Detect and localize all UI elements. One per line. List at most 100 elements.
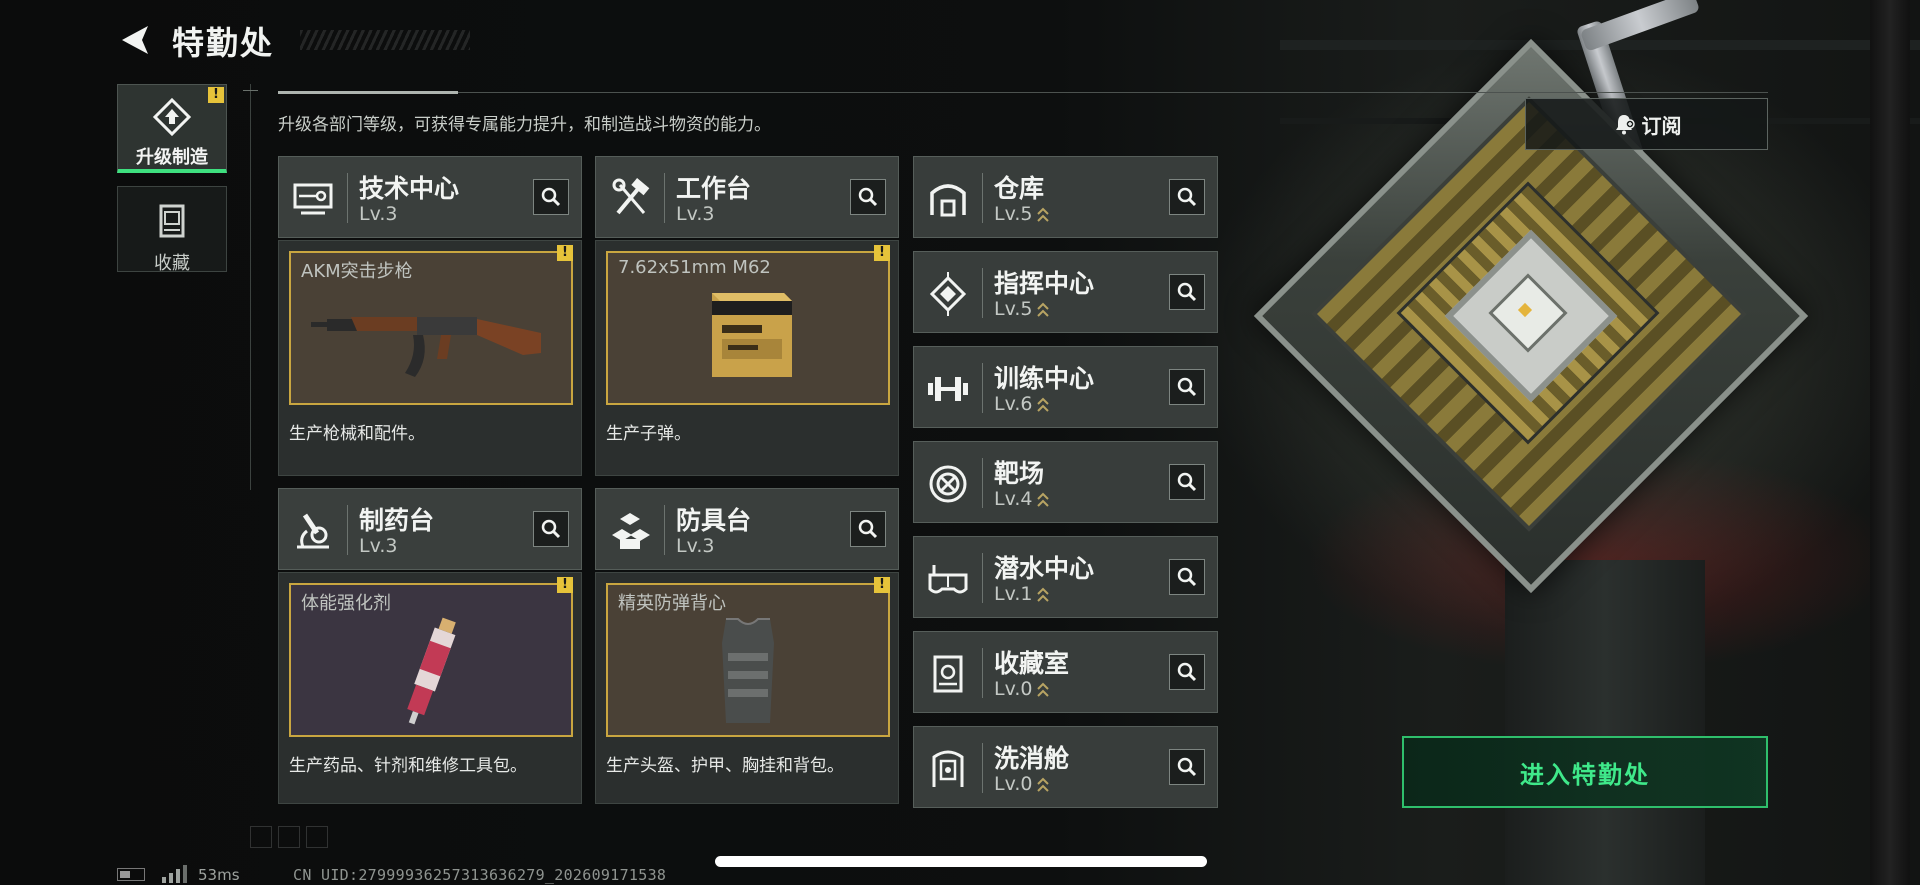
page-description: 升级各部门等级，可获得专属能力提升，和制造战斗物资的能力。	[278, 115, 771, 135]
warehouse-icon	[930, 184, 966, 217]
footer-icon	[250, 826, 272, 848]
upgrade-chevron-icon	[1037, 492, 1050, 507]
magnifier-icon	[1177, 282, 1197, 302]
enter-button-label: 进入特勤处	[1520, 760, 1650, 789]
subscribe-label: 订阅	[1641, 113, 1682, 138]
facility-name: 防具台	[676, 506, 752, 535]
inspect-button[interactable]	[850, 511, 886, 547]
production-slot[interactable]: 7.62x51mm M62 !	[606, 245, 890, 405]
footer-icon	[306, 826, 328, 848]
ammo-box-image	[712, 293, 792, 377]
magnifier-icon	[541, 187, 561, 207]
tab-label: 升级制造	[136, 147, 208, 168]
room-level-text: Lv.5	[994, 203, 1033, 225]
facility-production: 体能强化剂 ! 生产药品、针剂和维修工具包。	[278, 572, 582, 804]
room-level: Lv.0	[994, 773, 1050, 795]
room-level-text: Lv.1	[994, 583, 1033, 605]
room-collection-room[interactable]: 收藏室 Lv.0	[913, 631, 1218, 713]
inspect-button[interactable]	[1169, 654, 1205, 690]
upgrade-chevron-icon	[1037, 302, 1050, 317]
room-name: 洗消舱	[994, 744, 1070, 773]
dumbbell-icon	[928, 377, 968, 401]
injector-image	[407, 617, 456, 725]
facility-card-armor-bench: 防具台 Lv.3 精英防弹背心 ! 生产头盔、护甲、胸挂和背包。	[595, 488, 899, 804]
facility-header[interactable]: 技术中心 Lv.3	[278, 156, 582, 238]
room-level-text: Lv.5	[994, 298, 1033, 320]
inspect-button[interactable]	[1169, 274, 1205, 310]
inspect-button[interactable]	[850, 179, 886, 215]
magnifier-icon	[1177, 472, 1197, 492]
upgrade-chevron-icon	[1037, 682, 1050, 697]
room-name: 仓库	[994, 174, 1045, 203]
production-slot[interactable]: 精英防弹背心 !	[606, 577, 890, 737]
room-shooting-range[interactable]: 靶场 Lv.4	[913, 441, 1218, 523]
home-indicator[interactable]	[715, 856, 1207, 867]
inspect-button[interactable]	[1169, 749, 1205, 785]
room-level-text: Lv.0	[994, 678, 1033, 700]
tab-label: 收藏	[154, 253, 190, 274]
tab-collection[interactable]: 收藏	[117, 186, 227, 274]
armor-parts-icon	[612, 513, 650, 549]
upgrade-chevron-icon	[1037, 207, 1050, 222]
room-warehouse[interactable]: 仓库 Lv.5	[913, 156, 1218, 238]
subscribe-button[interactable]: 订阅	[1525, 98, 1768, 150]
room-command-center[interactable]: 指挥中心 Lv.5	[913, 251, 1218, 333]
player-uid: CN UID:279999362573136362​79_20260917153…	[293, 866, 667, 884]
room-decon-chamber[interactable]: 洗消舱 Lv.0	[913, 726, 1218, 808]
magnifier-icon	[1177, 187, 1197, 207]
facility-description: 生产子弹。	[606, 424, 691, 444]
decontamination-icon	[932, 750, 964, 787]
collection-icon	[159, 204, 185, 238]
divider	[278, 92, 1768, 93]
tech-center-icon	[293, 183, 333, 215]
facility-production: 精英防弹背心 ! 生产头盔、护甲、胸挂和背包。	[595, 572, 899, 804]
target-icon	[929, 465, 967, 503]
facility-description: 生产头盔、护甲、胸挂和背包。	[606, 756, 844, 776]
divider-accent	[278, 91, 458, 94]
tab-upgrade-craft[interactable]: ! 升级制造	[117, 84, 227, 173]
facility-header[interactable]: 防具台 Lv.3	[595, 488, 899, 570]
inspect-button[interactable]	[1169, 559, 1205, 595]
inspect-button[interactable]	[533, 179, 569, 215]
production-slot[interactable]: 体能强化剂 !	[289, 577, 573, 737]
page-title: 特勤处	[172, 24, 275, 62]
signal-icon	[162, 865, 187, 883]
inspect-button[interactable]	[1169, 179, 1205, 215]
production-slot[interactable]: AKM突击步枪 !	[289, 245, 573, 405]
product-name: AKM突击步枪	[301, 261, 413, 282]
room-level: Lv.1	[994, 583, 1050, 605]
back-button[interactable]	[118, 22, 154, 58]
room-diving-center[interactable]: 潜水中心 Lv.1	[913, 536, 1218, 618]
facility-description: 生产药品、针剂和维修工具包。	[289, 756, 527, 776]
facility-name: 制药台	[359, 506, 435, 535]
footer-icon	[278, 826, 300, 848]
inspect-button[interactable]	[1169, 369, 1205, 405]
battery-icon	[117, 868, 145, 881]
facility-name: 工作台	[676, 174, 752, 203]
inspect-button[interactable]	[1169, 464, 1205, 500]
enter-special-ops-button[interactable]: 进入特勤处	[1402, 736, 1768, 808]
upgrade-icon	[152, 97, 192, 137]
background-pillar	[1505, 560, 1705, 885]
facility-level: Lv.3	[676, 535, 715, 557]
facility-level: Lv.3	[676, 203, 715, 225]
facility-header[interactable]: 工作台 Lv.3	[595, 156, 899, 238]
room-name: 训练中心	[994, 364, 1095, 393]
bell-icon	[1615, 115, 1635, 135]
divider	[250, 84, 251, 490]
room-level: Lv.6	[994, 393, 1050, 415]
divider	[243, 90, 258, 91]
room-level: Lv.4	[994, 488, 1050, 510]
product-name: 精英防弹背心	[618, 593, 726, 614]
room-training-center[interactable]: 训练中心 Lv.6	[913, 346, 1218, 428]
warning-badge: !	[874, 577, 890, 593]
warning-badge: !	[557, 577, 573, 593]
armor-vest-image	[722, 618, 774, 723]
upgrade-chevron-icon	[1037, 777, 1050, 792]
facility-level: Lv.3	[359, 203, 398, 225]
room-name: 收藏室	[994, 649, 1070, 678]
upgrade-chevron-icon	[1037, 397, 1050, 412]
facility-header[interactable]: 制药台 Lv.3	[278, 488, 582, 570]
inspect-button[interactable]	[533, 511, 569, 547]
magnifier-icon	[1177, 757, 1197, 777]
